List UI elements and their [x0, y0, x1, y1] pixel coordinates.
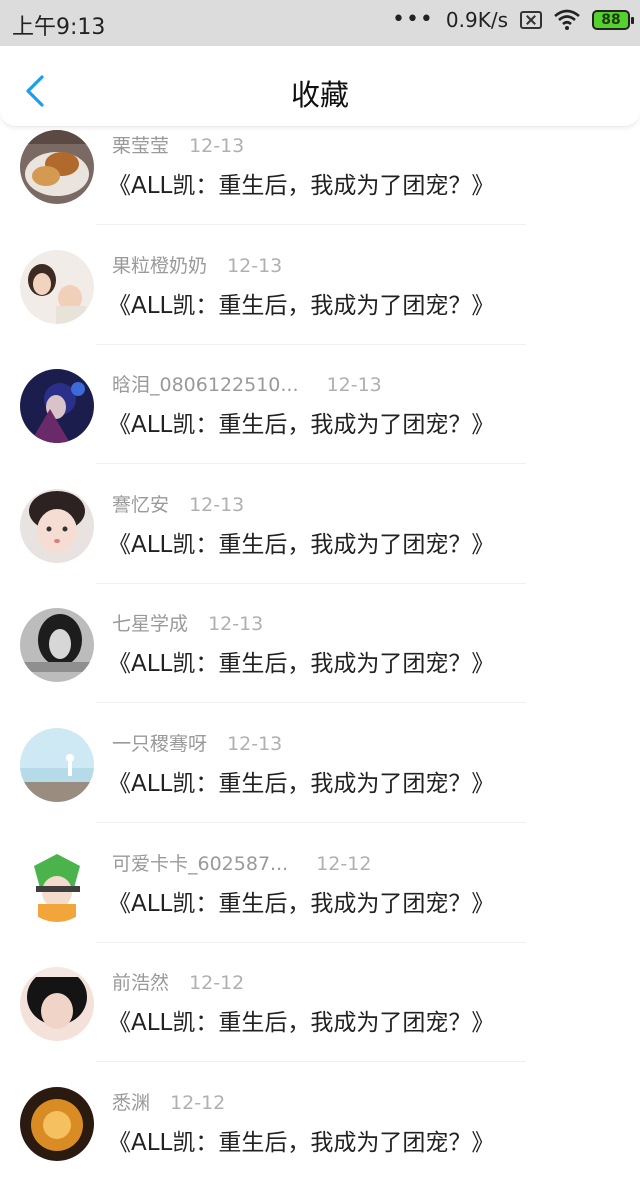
status-bar: 上午9:13 ••• 0.9K/s 88: [0, 0, 640, 46]
item-date: 12-12: [316, 853, 372, 875]
list-item[interactable]: 晗泪_0806122510... 12-13 《ALL凯：重生后，我成为了团宠？…: [0, 359, 640, 479]
list-item[interactable]: 栗莹莹 12-13 《ALL凯：重生后，我成为了团宠？》: [0, 120, 640, 240]
avatar[interactable]: [20, 250, 94, 324]
divider: [96, 702, 526, 703]
item-text[interactable]: 《ALL凯：重生后，我成为了团宠？》: [108, 1003, 494, 1037]
more-notifications-icon: •••: [391, 7, 434, 32]
item-meta: 前浩然 12-12: [112, 968, 244, 995]
divider: [96, 344, 526, 345]
avatar[interactable]: [20, 967, 94, 1041]
user-name[interactable]: 一只稷骞呀: [112, 733, 207, 755]
list-item[interactable]: 果粒橙奶奶 12-13 《ALL凯：重生后，我成为了团宠？》: [0, 240, 640, 360]
avatar[interactable]: [20, 369, 94, 443]
divider: [96, 1061, 526, 1062]
nav-header: 收藏: [0, 46, 640, 127]
item-text[interactable]: 《ALL凯：重生后，我成为了团宠？》: [108, 884, 494, 918]
user-name[interactable]: 謇忆安: [112, 494, 169, 516]
item-date: 12-13: [189, 494, 245, 516]
divider: [96, 463, 526, 464]
user-name[interactable]: 前浩然: [112, 972, 169, 994]
avatar[interactable]: [20, 130, 94, 204]
battery-icon: 88: [592, 10, 634, 30]
item-date: 12-12: [189, 972, 245, 994]
list-item[interactable]: 可爱卡卡_602587... 12-12 《ALL凯：重生后，我成为了团宠？》: [0, 838, 640, 958]
list-item[interactable]: 悉渊 12-12 《ALL凯：重生后，我成为了团宠？》: [0, 1077, 640, 1197]
user-name[interactable]: 晗泪_0806122510...: [112, 374, 299, 396]
item-date: 12-13: [326, 374, 382, 396]
item-text[interactable]: 《ALL凯：重生后，我成为了团宠？》: [108, 1123, 494, 1157]
item-text[interactable]: 《ALL凯：重生后，我成为了团宠？》: [108, 764, 494, 798]
item-date: 12-12: [170, 1092, 226, 1114]
user-name[interactable]: 七星学成: [112, 613, 188, 635]
item-text[interactable]: 《ALL凯：重生后，我成为了团宠？》: [108, 644, 494, 678]
divider: [96, 822, 526, 823]
list-item[interactable]: 前浩然 12-12 《ALL凯：重生后，我成为了团宠？》: [0, 957, 640, 1077]
no-sim-icon: [520, 11, 542, 29]
page-title: 收藏: [290, 78, 349, 112]
item-text[interactable]: 《ALL凯：重生后，我成为了团宠？》: [108, 405, 494, 439]
item-meta: 晗泪_0806122510... 12-13: [112, 370, 382, 397]
item-meta: 七星学成 12-13: [112, 609, 263, 636]
status-time: 上午9:13: [12, 15, 106, 40]
status-icons: ••• 0.9K/s 88: [391, 7, 634, 32]
divider: [96, 583, 526, 584]
item-text[interactable]: 《ALL凯：重生后，我成为了团宠？》: [108, 525, 494, 559]
list-item[interactable]: 謇忆安 12-13 《ALL凯：重生后，我成为了团宠？》: [0, 479, 640, 599]
item-text[interactable]: 《ALL凯：重生后，我成为了团宠？》: [108, 286, 494, 320]
item-date: 12-13: [227, 733, 283, 755]
avatar[interactable]: [20, 848, 94, 922]
item-date: 12-13: [189, 135, 245, 157]
item-meta: 可爱卡卡_602587... 12-12: [112, 849, 371, 876]
user-name[interactable]: 悉渊: [112, 1092, 150, 1114]
item-meta: 一只稷骞呀 12-13: [112, 729, 282, 756]
item-meta: 栗莹莹 12-13: [112, 131, 244, 158]
item-date: 12-13: [208, 613, 264, 635]
item-meta: 悉渊 12-12: [112, 1088, 225, 1115]
avatar[interactable]: [20, 489, 94, 563]
avatar[interactable]: [20, 1087, 94, 1161]
user-name[interactable]: 可爱卡卡_602587...: [112, 853, 288, 875]
avatar[interactable]: [20, 608, 94, 682]
user-name[interactable]: 果粒橙奶奶: [112, 255, 207, 277]
wifi-icon: [554, 9, 580, 30]
user-name[interactable]: 栗莹莹: [112, 135, 169, 157]
network-speed: 0.9K/s: [445, 8, 508, 32]
list-item[interactable]: 一只稷骞呀 12-13 《ALL凯：重生后，我成为了团宠？》: [0, 718, 640, 838]
list-item[interactable]: 七星学成 12-13 《ALL凯：重生后，我成为了团宠？》: [0, 598, 640, 718]
item-meta: 謇忆安 12-13: [112, 490, 244, 517]
item-date: 12-13: [227, 255, 283, 277]
item-text[interactable]: 《ALL凯：重生后，我成为了团宠？》: [108, 166, 494, 200]
avatar[interactable]: [20, 728, 94, 802]
divider: [96, 224, 526, 225]
item-meta: 果粒橙奶奶 12-13: [112, 251, 282, 278]
divider: [96, 942, 526, 943]
